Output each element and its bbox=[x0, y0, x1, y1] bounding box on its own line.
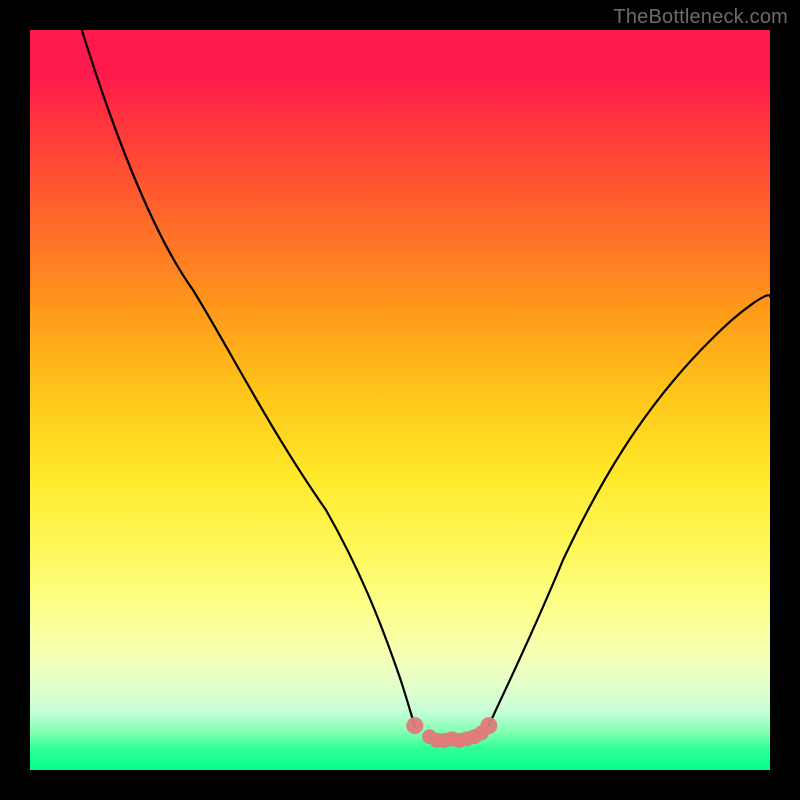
chart-curves bbox=[30, 30, 770, 770]
trough-markers bbox=[406, 717, 497, 748]
right-curve bbox=[489, 295, 770, 725]
chart-frame: TheBottleneck.com bbox=[0, 0, 800, 800]
plot-area bbox=[30, 30, 770, 770]
watermark-text: TheBottleneck.com bbox=[613, 6, 788, 29]
left-curve bbox=[82, 30, 415, 726]
